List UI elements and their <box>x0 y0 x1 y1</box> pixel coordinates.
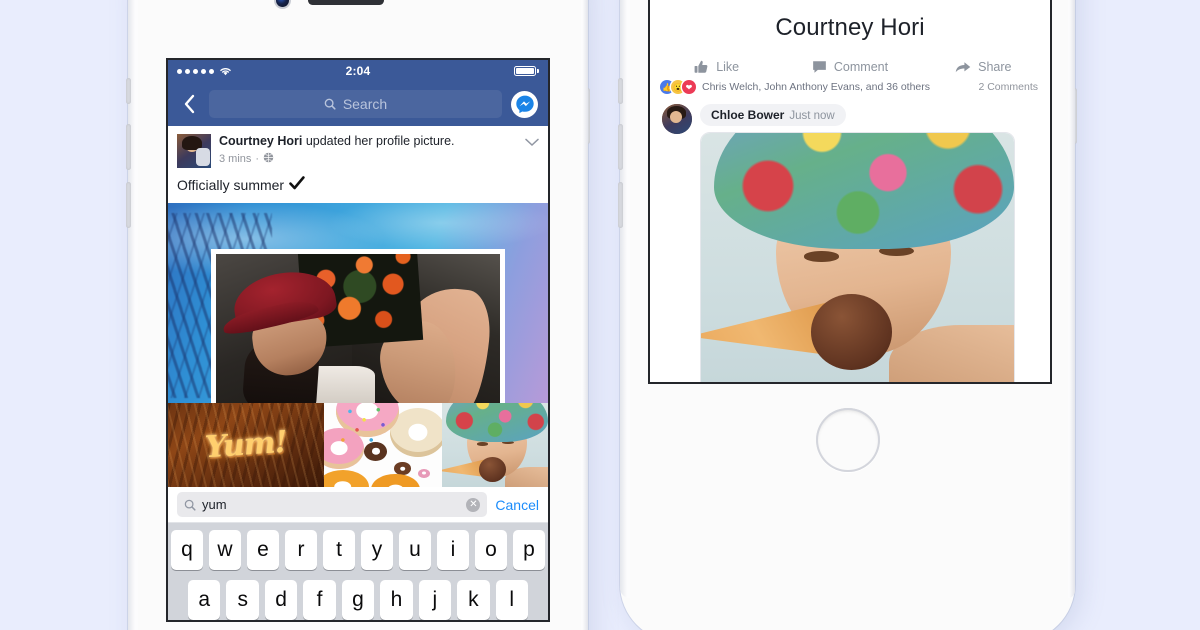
like-button[interactable]: Like <box>650 60 783 74</box>
post-photo[interactable] <box>168 203 548 403</box>
gif-result-donuts[interactable] <box>323 403 442 487</box>
right-iphone-device: Courtney Hori Like Comment Share 👍 😮 ❤ C… <box>618 0 1077 630</box>
search-icon <box>184 499 196 511</box>
front-camera-icon <box>276 0 289 7</box>
comment-timestamp: Just now <box>789 110 835 122</box>
post-body-text: Officially summer <box>177 177 285 193</box>
left-phone-screen: 2:04 Search Courtney Hori updated her pr… <box>168 60 548 620</box>
post-author-name[interactable]: Courtney Hori <box>219 134 302 148</box>
home-button[interactable] <box>816 408 880 472</box>
earpiece-speaker <box>308 0 384 5</box>
like-label: Like <box>716 60 740 74</box>
share-arrow-icon <box>955 62 971 73</box>
reaction-names[interactable]: Chris Welch, John Anthony Evans, and 36 … <box>702 81 930 93</box>
reaction-icons[interactable]: 👍 😮 ❤ <box>660 80 696 94</box>
key-g[interactable]: g <box>341 580 375 620</box>
key-a[interactable]: a <box>188 580 221 620</box>
silent-switch[interactable] <box>126 78 131 104</box>
key-s[interactable]: s <box>226 580 259 620</box>
right-phone-screen: Courtney Hori Like Comment Share 👍 😮 ❤ C… <box>650 0 1050 382</box>
key-i[interactable]: i <box>437 530 469 570</box>
search-icon <box>324 98 336 110</box>
globe-icon <box>263 152 274 166</box>
love-reaction-icon: ❤ <box>682 80 696 94</box>
volume-down-button[interactable] <box>618 182 623 228</box>
key-f[interactable]: f <box>303 580 336 620</box>
volume-up-button[interactable] <box>126 124 131 170</box>
silent-switch[interactable] <box>618 78 623 104</box>
inset-photo-frame <box>211 249 505 403</box>
comment-button[interactable]: Comment <box>783 60 916 74</box>
profile-picture-image <box>216 254 500 403</box>
gif-results-row: Yum! <box>168 403 548 487</box>
post-action-text: updated her profile picture. <box>302 134 455 148</box>
key-u[interactable]: u <box>399 530 431 570</box>
comment-author-name[interactable]: Chloe Bower <box>711 108 784 122</box>
screenshot-stage: 2:04 Search Courtney Hori updated her pr… <box>0 0 1200 630</box>
key-p[interactable]: p <box>513 530 545 570</box>
avatar[interactable] <box>662 104 692 134</box>
post-action-bar: Like Comment Share <box>650 60 1050 74</box>
comment-author-pill: Chloe Bower Just now <box>700 104 846 126</box>
post-author-line: Courtney Hori updated her profile pictur… <box>219 134 517 150</box>
search-input[interactable]: Search <box>209 90 502 118</box>
cancel-button[interactable]: Cancel <box>495 497 539 513</box>
thumbs-up-icon <box>694 60 708 73</box>
key-y[interactable]: y <box>361 530 393 570</box>
key-t[interactable]: t <box>323 530 355 570</box>
checkmark-icon <box>289 176 305 194</box>
key-h[interactable]: h <box>380 580 413 620</box>
key-d[interactable]: d <box>264 580 298 620</box>
volume-down-button[interactable] <box>126 182 131 228</box>
status-bar: 2:04 <box>168 60 548 82</box>
key-j[interactable]: j <box>418 580 452 620</box>
key-q[interactable]: q <box>171 530 203 570</box>
key-r[interactable]: r <box>285 530 317 570</box>
key-e[interactable]: e <box>247 530 279 570</box>
post-timestamp: 3 mins <box>219 152 252 165</box>
post-meta: 3 mins · <box>219 152 517 166</box>
left-iphone-device: 2:04 Search Courtney Hori updated her pr… <box>126 0 590 630</box>
key-w[interactable]: w <box>209 530 241 570</box>
share-label: Share <box>978 60 1012 74</box>
gif-search-input[interactable]: yum ✕ <box>177 492 488 517</box>
keyboard-row-2: a s d f g h j k l <box>171 580 545 620</box>
messenger-icon[interactable] <box>511 90 538 118</box>
avatar[interactable] <box>177 134 211 168</box>
comment-count[interactable]: 2 Comments <box>978 81 1038 93</box>
power-button[interactable] <box>1072 88 1077 144</box>
key-k[interactable]: k <box>457 580 490 620</box>
post-header: Courtney Hori updated her profile pictur… <box>168 126 548 172</box>
comment-thread: Chloe Bower Just now <box>650 100 1050 382</box>
status-bar-time: 2:04 <box>345 64 371 78</box>
gif-search-value: yum <box>202 497 227 512</box>
gif-result-kid-ice-cream[interactable] <box>441 403 548 487</box>
comment-label: Comment <box>833 60 889 74</box>
key-o[interactable]: o <box>475 530 507 570</box>
back-button[interactable] <box>178 94 200 114</box>
clear-circle-icon[interactable]: ✕ <box>466 497 481 512</box>
comment-bubble-icon <box>813 61 826 73</box>
share-button[interactable]: Share <box>917 60 1050 74</box>
on-screen-keyboard: q w e r t y u i o p a s d f g h j k l <box>168 523 548 620</box>
reactions-summary: 👍 😮 ❤ Chris Welch, John Anthony Evans, a… <box>650 74 1050 100</box>
post-body: Officially summer <box>168 172 548 203</box>
keyboard-row-1: q w e r t y u i o p <box>171 530 545 570</box>
page-title: Courtney Hori <box>775 14 925 41</box>
comment-gif-attachment[interactable] <box>700 132 1015 382</box>
gif-search-bar: yum ✕ Cancel <box>168 487 548 523</box>
search-placeholder: Search <box>342 96 388 112</box>
volume-up-button[interactable] <box>618 124 623 170</box>
key-l[interactable]: l <box>495 580 528 620</box>
power-button[interactable] <box>585 88 590 144</box>
chevron-down-icon[interactable] <box>525 134 539 152</box>
gif-result-yum[interactable]: Yum! <box>168 403 324 487</box>
meta-separator: · <box>255 152 260 165</box>
app-navigation-bar: Search <box>168 82 548 126</box>
